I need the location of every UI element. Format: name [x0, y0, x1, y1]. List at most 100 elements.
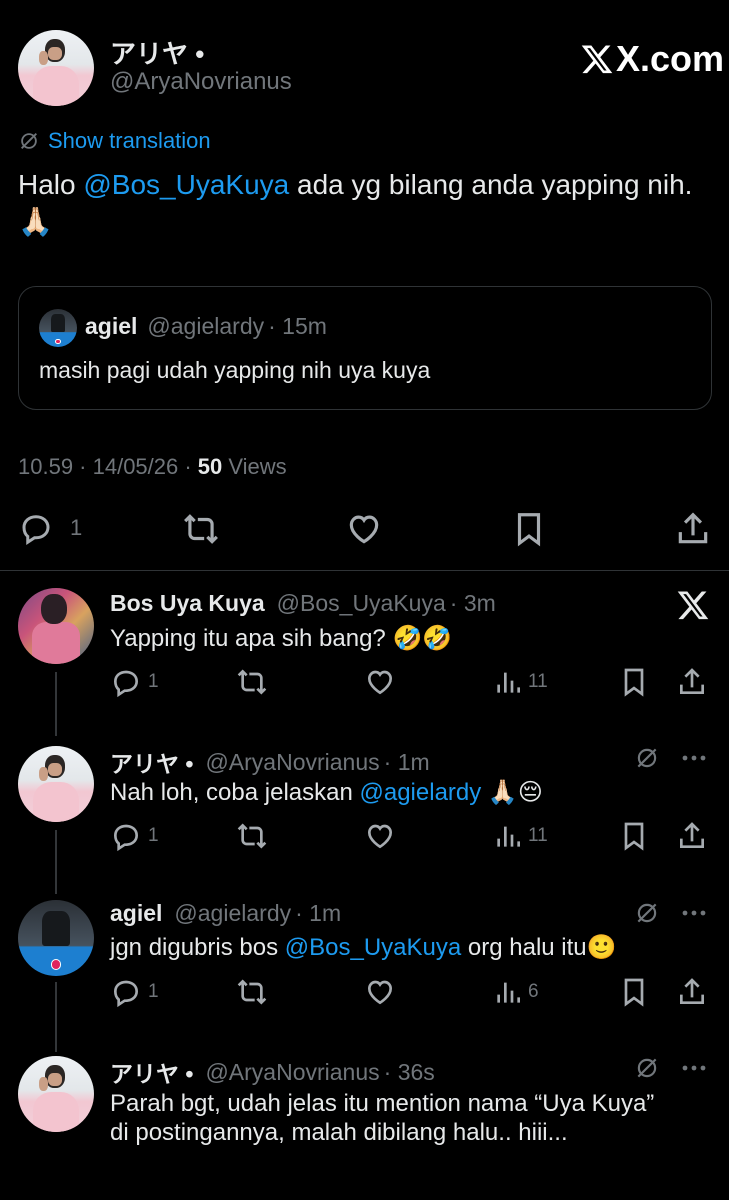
reply-button[interactable]: 1: [18, 510, 82, 546]
mention-link[interactable]: @Bos_UyaKuya: [285, 934, 461, 961]
views-icon: [497, 672, 520, 693]
views-button[interactable]: 11: [492, 820, 548, 852]
x-brand: X.com: [580, 38, 724, 80]
bookmark-icon[interactable]: [510, 510, 548, 548]
share-icon[interactable]: [676, 666, 708, 698]
reply-text: jgn digubris bos @Bos_UyaKuya org halu i…: [110, 933, 617, 962]
retweet-icon[interactable]: [236, 666, 268, 698]
author-handle[interactable]: @AryaNovrianus: [205, 1059, 379, 1086]
reply-count: 1: [148, 671, 159, 692]
quote-author-name: agiel: [85, 313, 138, 339]
tweet-text: Halo @Bos_UyaKuya ada yg bilang anda yap…: [18, 166, 698, 240]
translate-icon[interactable]: [634, 900, 660, 926]
retweet-icon[interactable]: [236, 976, 268, 1008]
reply-button[interactable]: 1: [110, 666, 159, 698]
share-icon[interactable]: [676, 976, 708, 1008]
author-handle[interactable]: @AryaNovrianus: [205, 749, 379, 776]
post-time: · 1m: [295, 900, 342, 926]
like-icon[interactable]: [364, 976, 396, 1008]
post-time: · 3m: [449, 590, 496, 616]
views-icon: [497, 826, 520, 847]
translate-icon: [21, 133, 37, 149]
reply-icon: [113, 670, 139, 698]
show-translation[interactable]: Show translation: [18, 128, 211, 154]
reply-count: 1: [148, 825, 159, 846]
reply-text-suffix: 🙏🏻😔: [481, 779, 543, 806]
reply-text: Nah loh, coba jelaskan @agielardy 🙏🏻😔: [110, 778, 543, 807]
quoted-tweet-card[interactable]: agiel @agielardy · 15m masih pagi udah y…: [18, 286, 712, 410]
author-name[interactable]: アリヤ •: [110, 1055, 193, 1089]
main-action-bar: 1: [0, 500, 729, 560]
share-icon[interactable]: [674, 510, 712, 548]
reply-text-prefix: Nah loh, coba jelaskan: [110, 779, 360, 806]
reply-count: 1: [148, 981, 159, 1002]
reply-icon: [113, 824, 139, 852]
avatar[interactable]: [18, 900, 94, 976]
display-name[interactable]: アリヤ •: [110, 34, 204, 71]
thread-line: [55, 982, 57, 1052]
timestamp[interactable]: 10.59 · 14/05/26 ·: [18, 454, 198, 479]
x-logo-icon: [581, 45, 613, 74]
tweet-meta: 10.59 · 14/05/26 · 50 Views: [18, 454, 287, 480]
avatar[interactable]: [18, 30, 94, 106]
tweet-text-prefix: Halo: [18, 169, 84, 200]
more-icon[interactable]: [680, 903, 708, 923]
like-icon[interactable]: [364, 666, 396, 698]
views-icon: [497, 982, 520, 1003]
author-name[interactable]: アリヤ •: [110, 745, 193, 779]
avatar: [39, 309, 77, 347]
reply-action-bar: 1 6: [110, 976, 710, 1010]
views-count: 11: [528, 825, 548, 846]
reply-text-suffix: org halu itu🙂: [461, 934, 617, 961]
show-translation-label[interactable]: Show translation: [48, 128, 211, 154]
post-time: · 1m: [383, 748, 430, 775]
translate-icon[interactable]: [634, 1055, 660, 1081]
bookmark-icon[interactable]: [618, 666, 650, 698]
views-button[interactable]: 6: [492, 976, 539, 1008]
more-icon[interactable]: [680, 748, 708, 768]
author-name[interactable]: agiel: [110, 900, 162, 927]
reply-text-prefix: jgn digubris bos: [110, 934, 285, 961]
like-icon[interactable]: [345, 510, 383, 548]
more-icon[interactable]: [680, 1058, 708, 1078]
reply-text: Parah bgt, udah jelas itu mention nama “…: [110, 1090, 655, 1146]
quote-author-handle: @agielardy: [147, 313, 265, 339]
reply-action-bar: 1 11: [110, 666, 710, 700]
avatar[interactable]: [18, 746, 94, 822]
views-count: 50: [197, 454, 223, 479]
post-time: · 36s: [383, 1058, 435, 1085]
mention-link[interactable]: @agielardy: [360, 779, 482, 806]
reply-icon: [113, 980, 139, 1008]
views-count: 11: [528, 671, 548, 692]
bookmark-icon[interactable]: [618, 820, 650, 852]
quote-time: · 15m: [268, 313, 327, 339]
share-icon[interactable]: [676, 820, 708, 852]
x-logo-icon: [677, 591, 709, 620]
views-button[interactable]: 11: [492, 666, 548, 698]
reply-text: Yapping itu apa sih bang? 🤣🤣: [110, 625, 453, 652]
retweet-icon[interactable]: [236, 820, 268, 852]
brand-label: X.com: [616, 38, 725, 79]
reply-button[interactable]: 1: [110, 976, 159, 1008]
avatar[interactable]: [18, 1056, 94, 1132]
translate-icon[interactable]: [634, 745, 660, 771]
reply-action-bar: 1 11: [110, 820, 710, 854]
like-icon[interactable]: [364, 820, 396, 852]
quote-text: masih pagi udah yapping nih uya kuya: [39, 357, 431, 383]
author-name[interactable]: Bos Uya Kuya: [110, 590, 265, 617]
avatar[interactable]: [18, 588, 94, 664]
views-label: Views: [222, 454, 287, 479]
handle[interactable]: @AryaNovrianus: [110, 68, 292, 96]
views-count: 6: [528, 981, 539, 1002]
reply-count: 1: [70, 515, 83, 540]
divider: [0, 570, 729, 571]
bookmark-icon[interactable]: [618, 976, 650, 1008]
thread-line: [55, 830, 57, 894]
author-handle[interactable]: @agielardy: [174, 900, 291, 927]
thread-line: [55, 672, 57, 736]
mention-link[interactable]: @Bos_UyaKuya: [83, 169, 289, 200]
retweet-icon[interactable]: [182, 510, 220, 548]
reply-icon: [22, 515, 50, 546]
reply-button[interactable]: 1: [110, 820, 159, 852]
author-handle[interactable]: @Bos_UyaKuya: [277, 590, 446, 617]
